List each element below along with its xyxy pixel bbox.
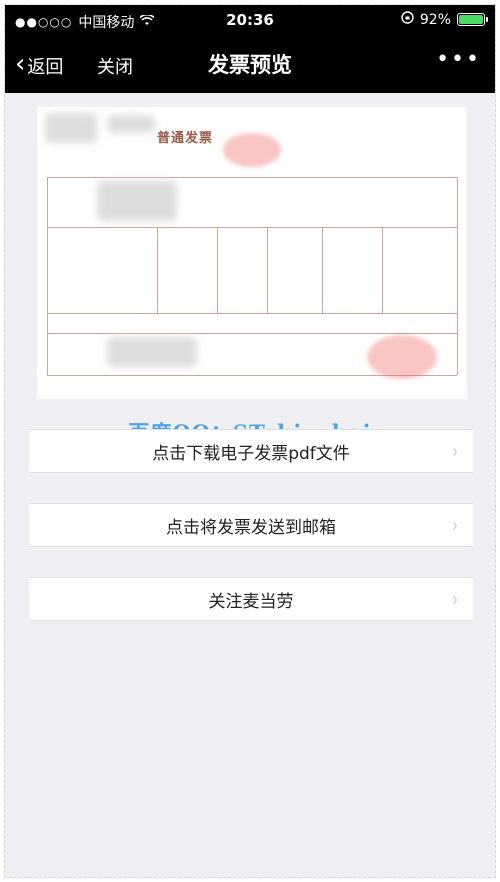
invoice-preview-image: 普通发票 xyxy=(37,107,467,399)
chevron-right-icon: › xyxy=(452,513,458,537)
divider xyxy=(47,177,457,178)
redacted-area xyxy=(97,181,177,221)
stamp-icon xyxy=(367,335,437,379)
redacted-area xyxy=(107,115,155,133)
status-bar: ●●○○○ 中国移动 20:36 92% xyxy=(5,5,495,35)
divider xyxy=(217,227,218,313)
page-title: 发票预览 xyxy=(208,53,292,77)
divider xyxy=(47,333,457,334)
divider xyxy=(322,227,323,313)
app-screen: ●●○○○ 中国移动 20:36 92% ‹ 返回 关闭 发票预览 ••• 普通… xyxy=(4,4,496,878)
stamp-icon xyxy=(223,133,281,167)
divider xyxy=(47,313,457,314)
top-bar: ●●○○○ 中国移动 20:36 92% ‹ 返回 关闭 发票预览 ••• xyxy=(5,5,495,93)
more-button[interactable]: ••• xyxy=(436,47,481,72)
follow-mcdonalds-button[interactable]: 关注麦当劳 › xyxy=(29,577,473,621)
battery-percent: 92% xyxy=(419,11,451,28)
download-pdf-button[interactable]: 点击下载电子发票pdf文件 › xyxy=(29,429,473,473)
divider xyxy=(47,177,48,375)
download-pdf-label: 点击下载电子发票pdf文件 xyxy=(152,443,350,464)
divider xyxy=(47,227,457,228)
divider xyxy=(157,227,158,313)
redacted-area xyxy=(107,337,197,367)
divider xyxy=(382,227,383,313)
rotation-lock-icon xyxy=(401,11,414,28)
divider xyxy=(457,177,458,375)
nav-bar: ‹ 返回 关闭 发票预览 ••• xyxy=(5,35,495,93)
chevron-right-icon: › xyxy=(452,587,458,611)
divider xyxy=(267,227,268,313)
send-email-button[interactable]: 点击将发票发送到邮箱 › xyxy=(29,503,473,547)
redacted-area xyxy=(45,113,97,143)
battery-level xyxy=(459,15,483,24)
invoice-title: 普通发票 xyxy=(157,131,214,146)
follow-label: 关注麦当劳 xyxy=(208,591,294,612)
chevron-right-icon: › xyxy=(452,439,458,463)
send-email-label: 点击将发票发送到邮箱 xyxy=(166,517,336,538)
battery-icon xyxy=(457,13,488,26)
status-right: 92% xyxy=(401,11,488,28)
